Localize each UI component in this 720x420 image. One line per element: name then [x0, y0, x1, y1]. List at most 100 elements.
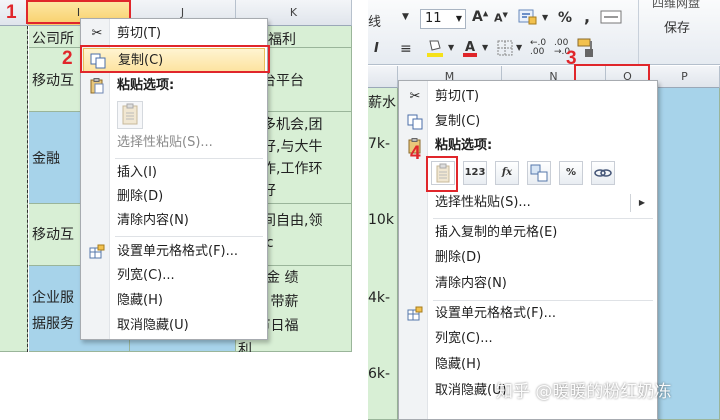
cell-text: 10k [368, 212, 394, 228]
font-name-dropdown[interactable]: 线 [368, 11, 381, 30]
paste-formatting-button[interactable]: % [559, 161, 583, 185]
step-marker-1: 1 [6, 2, 17, 23]
scissors-icon: ✂ [409, 89, 421, 104]
menu-item-column-width[interactable]: 列宽(C)... [401, 327, 655, 351]
menu-item-unhide[interactable]: 取消隐藏(U) [83, 314, 265, 338]
column-header-l [368, 66, 398, 88]
menu-item-cut[interactable]: ✂ 剪切(T) [83, 22, 265, 46]
paste-values-button[interactable]: 123 [463, 161, 487, 185]
menu-item-label: 清除内容(N) [117, 213, 189, 228]
chevron-down-icon[interactable]: ▼ [516, 43, 522, 52]
cell-text: 多机会,团 好,与大牛 作,工作环 好 [262, 117, 323, 199]
menu-item-delete[interactable]: 删除(D) [401, 246, 655, 270]
menu-item-hide[interactable]: 隐藏(H) [83, 289, 265, 313]
watermark-text: 知乎 @暖暖的粉红奶冻 [496, 382, 672, 402]
menu-item-paste-options: 粘贴选项: [401, 134, 655, 158]
increase-decimal-icon[interactable]: ←.0.00 [530, 39, 546, 57]
save-button[interactable]: 保存 [664, 17, 690, 36]
menu-item-label: 插入复制的单元格(E) [435, 225, 558, 240]
step-marker-3: 3 [566, 48, 577, 69]
shrink-font-label: A [494, 11, 503, 25]
column-header-p[interactable]: P [650, 66, 720, 88]
format-cells-icon [89, 244, 105, 260]
cell-text: 移动互 [32, 73, 74, 89]
step-marker-4: 4 [410, 143, 421, 164]
menu-item-paste-options: 粘贴选项: [83, 74, 265, 98]
align-icon[interactable]: ≡ [400, 41, 412, 57]
paste-transpose-icon[interactable] [527, 161, 551, 185]
ribbon-divider [638, 0, 639, 64]
chevron-down-icon[interactable]: ▼ [482, 43, 488, 52]
shrink-font-button[interactable]: A▼ [494, 11, 508, 25]
menu-item-label: 设置单元格格式(F)... [117, 244, 239, 259]
cell-text: 公司所 [32, 31, 74, 47]
format-painter-icon[interactable] [576, 36, 598, 61]
paste-all-icon[interactable] [117, 101, 143, 129]
menu-item-insert-copied-cells[interactable]: 插入复制的单元格(E) [401, 221, 655, 245]
cell-text: 6k- [368, 366, 391, 382]
menu-item-cut[interactable]: ✂ 剪切(T) [401, 85, 655, 109]
menu-item-clear-contents[interactable]: 清除内容(N) [83, 209, 265, 233]
menu-item-label: 隐藏(H) [435, 357, 481, 372]
step-marker-2: 2 [62, 48, 73, 69]
cell-text: 台平台 [262, 73, 304, 89]
percent-style-button[interactable]: % [558, 10, 572, 26]
cell-text: 薪水 [368, 95, 396, 111]
menu-item-paste-special: 选择性粘贴(S)... [83, 131, 265, 155]
font-size-value: 11 [425, 11, 442, 26]
paste-icon [89, 78, 105, 94]
menu-item-format-cells[interactable]: 设置单元格格式(F)... [401, 302, 655, 326]
paste-link-icon[interactable] [591, 161, 615, 185]
menu-item-paste-special[interactable]: 选择性粘贴(S)... ▶ [401, 191, 655, 215]
format-icon[interactable] [600, 9, 622, 28]
paste-formulas-button[interactable]: fx [495, 161, 519, 185]
submenu-divider [630, 194, 631, 212]
column-h-cells [0, 26, 28, 352]
format-cells-icon [407, 306, 423, 322]
menu-item-label: 剪切(T) [435, 89, 480, 104]
svg-text:A: A [465, 40, 475, 55]
menu-item-format-cells[interactable]: 设置单元格格式(F)... [83, 240, 265, 264]
menu-item-label: 列宽(C)... [435, 331, 493, 346]
chevron-down-icon[interactable]: ▼ [448, 43, 454, 52]
chevron-down-icon: ▼ [455, 14, 462, 23]
menu-item-label: 粘贴选项: [117, 78, 175, 93]
font-color-icon[interactable]: A [462, 38, 478, 61]
cell-text: 7k- [368, 136, 391, 152]
menu-item-column-width[interactable]: 列宽(C)... [83, 264, 265, 288]
menu-item-hide[interactable]: 隐藏(H) [401, 353, 655, 377]
top-right-label: 四维网盘 [652, 0, 701, 10]
menu-item-delete[interactable]: 删除(D) [83, 185, 265, 209]
fill-color-icon[interactable] [426, 38, 444, 61]
wrap-text-icon[interactable] [518, 8, 538, 29]
submenu-arrow-icon: ▶ [638, 198, 645, 207]
menu-item-label: 选择性粘贴(S)... [117, 135, 213, 150]
cell-text: 4k- [368, 290, 391, 306]
highlight-copy-item [80, 45, 270, 73]
comma-style-button[interactable]: , [584, 7, 590, 26]
menu-separator [433, 218, 653, 219]
column-p-cells [650, 88, 720, 420]
menu-item-label: 设置单元格格式(F)... [435, 306, 557, 321]
menu-item-copy[interactable]: 复制(C) [401, 110, 655, 134]
menu-item-clear-contents[interactable]: 清除内容(N) [401, 272, 655, 296]
menu-item-label: 取消隐藏(U) [117, 318, 189, 333]
ribbon-toolbar: 线 ▼ 11 ▼ A▲ A▼ ▼ % , I ≡ ▼ A ▼ ▼ ←.0.00 … [368, 0, 720, 65]
menu-separator [433, 300, 653, 301]
menu-item-label: 删除(D) [435, 250, 482, 265]
right-spreadsheet-panel: 线 ▼ 11 ▼ A▲ A▼ ▼ % , I ≡ ▼ A ▼ ▼ ←.0.00 … [368, 0, 720, 420]
chevron-down-icon[interactable]: ▼ [402, 12, 409, 22]
menu-item-insert[interactable]: 插入(I) [83, 161, 265, 185]
chevron-down-icon[interactable]: ▼ [542, 13, 548, 22]
font-size-dropdown[interactable]: 11 ▼ [420, 9, 466, 29]
copy-icon [407, 114, 423, 130]
scissors-icon: ✂ [91, 26, 103, 41]
cell-text: 间自由,领 ic [262, 213, 323, 251]
menu-item-label: 剪切(T) [117, 26, 162, 41]
grow-font-button[interactable]: A▲ [472, 9, 488, 25]
italic-button[interactable]: I [374, 41, 379, 56]
menu-item-label: 粘贴选项: [435, 138, 493, 153]
menu-item-label: 隐藏(H) [117, 293, 163, 308]
borders-icon[interactable] [496, 39, 514, 60]
menu-item-label: 删除(D) [117, 189, 164, 204]
